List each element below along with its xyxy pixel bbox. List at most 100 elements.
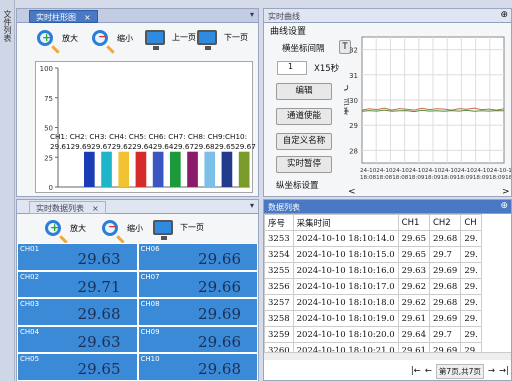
edit-button[interactable]: 编辑 — [276, 83, 332, 100]
bar-ch4 — [135, 151, 147, 187]
bar-ch9 — [221, 151, 233, 187]
channel-value: 29.68 — [77, 305, 121, 324]
curve-tab-label[interactable]: 实时曲线 — [268, 11, 300, 22]
channel-cell[interactable]: CH03 29.68 — [17, 298, 138, 326]
channel-label: CH03 — [20, 300, 40, 309]
legend-line-2: 29.6129.6929.6729.6229.6429.6429.6729.68… — [50, 142, 256, 151]
bar-ch6 — [170, 151, 181, 187]
channel-cell[interactable]: CH09 29.66 — [137, 325, 258, 354]
next-page-button[interactable]: 下一页 — [153, 220, 204, 240]
table-row[interactable]: 3257 2024-10-10 18:10:18.0 29.62 29.68 29. — [264, 294, 482, 311]
table-row[interactable]: 3255 2024-10-10 18:10:16.0 29.63 29.69 29. — [264, 262, 482, 279]
channel-cell[interactable]: CH07 29.66 — [137, 270, 258, 299]
table-cell: 29.69 — [428, 310, 462, 327]
zoom-out-button[interactable]: − 缩小 — [92, 30, 133, 46]
scroll-left-arrow[interactable]: < — [348, 187, 356, 197]
prev-page-button[interactable]: 上一页 — [145, 30, 196, 50]
table-cell: 29. — [460, 278, 482, 295]
horizontal-scrollbar[interactable] — [264, 352, 511, 360]
table-cell: 2024-10-10 18:10:20.0 — [292, 326, 399, 343]
channel-label: CH10 — [140, 355, 160, 364]
next-page-button[interactable]: 下一页 — [197, 30, 248, 50]
zoom-out-icon: − — [102, 220, 118, 236]
table-row[interactable]: 3256 2024-10-10 18:10:17.0 29.62 29.68 29. — [264, 278, 482, 295]
zoom-in-icon: + — [45, 220, 61, 236]
table-cell: 29. — [460, 246, 482, 263]
bar-chart-panel: 实时柱形图 × ▾ + 放大 − 缩小 上一页 下一页 100 75 50 25 0 CH1:… — [16, 8, 259, 197]
column-header[interactable]: 序号 — [264, 214, 294, 231]
table-row[interactable]: 3254 2024-10-10 18:10:15.0 29.65 29.7 29. — [264, 246, 482, 263]
list-tab-label[interactable]: 数据列表 — [268, 202, 300, 213]
bar-ch8 — [204, 151, 216, 187]
zoom-out-label: 缩小 — [127, 223, 143, 233]
channel-label: CH08 — [140, 300, 160, 309]
bar-ch5 — [152, 151, 164, 187]
column-header[interactable]: CH1 — [397, 214, 430, 231]
table-cell: 3253 — [264, 230, 294, 247]
channel-cell[interactable]: CH05 29.65 — [17, 353, 138, 381]
bar-chart-frame: 100 75 50 25 0 CH1: CH2: CH3: CH4: CH5: CH6:… — [35, 61, 256, 193]
tab-label: 实时柱形图 — [36, 13, 76, 22]
curve-tabbar: 实时曲线 ⊕ — [264, 9, 511, 23]
legend-line-1: CH1: CH2: CH3: CH4: CH5: CH6: CH7: CH8: … — [50, 132, 248, 141]
sidebar-label[interactable]: 文件列表 — [2, 10, 13, 42]
column-header[interactable]: CH — [460, 214, 482, 231]
table-cell: 29.68 — [428, 230, 462, 247]
close-icon[interactable]: × — [92, 204, 99, 213]
data-list-panel: 数据列表 ⊕ 序号 采集时间 CH1 CH2 CH 3253 2024-10-10 18:… — [263, 199, 512, 381]
next-label: 下一页 — [180, 223, 204, 232]
bar-ch7 — [187, 151, 198, 187]
table-cell: 29.64 — [397, 326, 430, 343]
interval-spinner[interactable]: 1 — [277, 61, 307, 75]
zoom-in-icon: + — [37, 30, 53, 46]
tab-bar-chart[interactable]: 实时柱形图 × — [29, 10, 98, 23]
channel-enable-button[interactable]: 通道使能 — [276, 108, 332, 125]
close-icon[interactable]: × — [84, 13, 91, 22]
tab-label: 实时数据列表 — [36, 204, 84, 213]
table-header: 序号 采集时间 CH1 CH2 CH — [264, 214, 482, 231]
custom-name-button[interactable]: 自定义名称 — [276, 133, 332, 150]
data-table[interactable]: 序号 采集时间 CH1 CH2 CH 3253 2024-10-10 18:10:14.0… — [264, 214, 482, 354]
table-row[interactable]: 3259 2024-10-10 18:10:20.0 29.64 29.7 29. — [264, 326, 482, 343]
dropdown-icon[interactable]: ▾ — [250, 10, 254, 19]
channel-cell[interactable]: CH06 29.66 — [137, 243, 258, 271]
zoom-in-button[interactable]: + 放大 — [45, 220, 86, 236]
pin-icon[interactable]: ⊕ — [500, 201, 508, 211]
table-row[interactable]: 3253 2024-10-10 18:10:14.0 29.65 29.68 29. — [264, 230, 482, 247]
tab-data-list[interactable]: 实时数据列表 × — [29, 201, 106, 214]
scroll-right-arrow[interactable]: > — [502, 187, 510, 197]
zoom-out-button[interactable]: − 缩小 — [102, 220, 143, 236]
pause-button[interactable]: 实时暂停 — [276, 156, 332, 173]
y-tick-label: 28 — [349, 147, 358, 155]
table-cell: 2024-10-10 18:10:18.0 — [292, 294, 399, 311]
prev-page-button[interactable]: ← — [425, 366, 432, 376]
spinner-value: 1 — [288, 62, 294, 71]
prev-label: 上一页 — [172, 33, 196, 42]
last-page-button[interactable]: →| — [499, 366, 509, 376]
curve-panel: 实时曲线 ⊕ 曲线设置 横坐标间隔 T 1 X15秒 编辑 通道使能 自定义名称… — [263, 8, 512, 197]
channel-label: CH06 — [140, 245, 160, 253]
dropdown-icon[interactable]: ▾ — [250, 201, 254, 210]
table-cell: 2024-10-10 18:10:14.0 — [292, 230, 399, 247]
table-cell: 29.62 — [397, 294, 430, 311]
channel-cell[interactable]: CH10 29.68 — [137, 353, 258, 381]
table-cell: 2024-10-10 18:10:17.0 — [292, 278, 399, 295]
column-header[interactable]: 采集时间 — [292, 214, 399, 231]
channel-value: 29.71 — [77, 277, 121, 296]
data-cells-panel: 实时数据列表 × ▾ + 放大 − 缩小 下一页 CH01 29.63 CH06 29.66… — [16, 199, 259, 381]
channel-label: CH02 — [20, 272, 40, 281]
channel-label: CH01 — [20, 245, 40, 253]
table-row[interactable]: 3258 2024-10-10 18:10:19.0 29.61 29.69 29. — [264, 310, 482, 327]
list-tabbar: 数据列表 ⊕ — [264, 200, 511, 214]
next-page-button[interactable]: → — [488, 366, 495, 376]
y-axis-label: 单位 ℃ — [344, 85, 351, 116]
channel-cell[interactable]: CH08 29.69 — [137, 298, 258, 326]
channel-cell[interactable]: CH02 29.71 — [17, 270, 138, 299]
first-page-button[interactable]: |← — [411, 366, 421, 376]
zoom-in-button[interactable]: + 放大 — [37, 30, 78, 46]
pin-icon[interactable]: ⊕ — [500, 10, 508, 20]
table-cell: 29.68 — [428, 278, 462, 295]
channel-cell[interactable]: CH01 29.63 — [17, 243, 138, 271]
channel-cell[interactable]: CH04 29.63 — [17, 325, 138, 354]
column-header[interactable]: CH2 — [428, 214, 462, 231]
